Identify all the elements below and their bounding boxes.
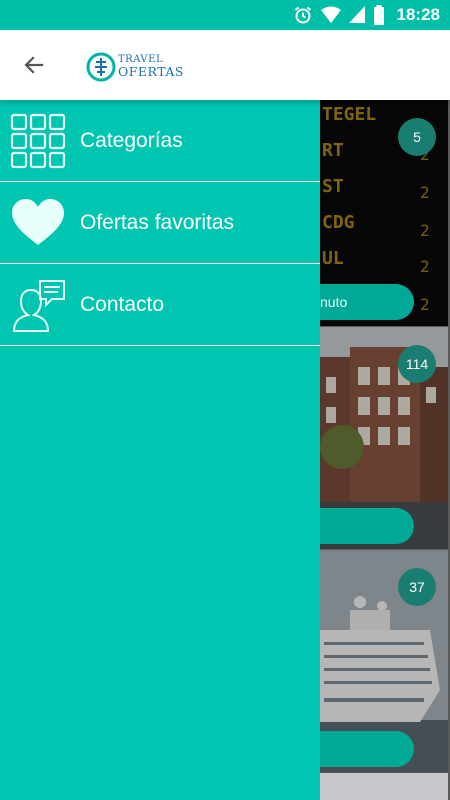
- app-bar: TRAVEL OFERTAS: [0, 30, 450, 100]
- offers-list: TEGEL RT ST CDG UL DA 222 22 5 nuto: [320, 100, 450, 800]
- drawer-item-label: Contacto: [80, 292, 165, 316]
- offer-count-badge: 37: [398, 568, 436, 606]
- offer-card-button[interactable]: [320, 731, 414, 767]
- offer-count-badge: 5: [398, 118, 436, 156]
- alarm-icon: [294, 6, 311, 24]
- contact-person-icon: [12, 280, 65, 332]
- offer-card[interactable]: 37: [320, 550, 448, 772]
- drawer-item-label: Categorías: [80, 128, 183, 152]
- navigation-drawer: Categorías Ofertas favoritas Contacto: [0, 100, 320, 800]
- logo-text-ofertas: OFERTAS: [118, 64, 184, 80]
- status-time: 18:28: [396, 5, 440, 24]
- offer-card[interactable]: [320, 773, 448, 800]
- drawer-item-ofertas-favoritas[interactable]: Ofertas favoritas: [0, 182, 320, 264]
- drawer-item-label: Ofertas favoritas: [80, 210, 235, 234]
- logo-globe-icon: [86, 52, 116, 82]
- offer-card-button[interactable]: [320, 508, 414, 544]
- offer-count-badge: 114: [398, 345, 436, 383]
- status-bar: 18:28: [0, 0, 450, 30]
- drawer-item-contacto[interactable]: Contacto: [0, 264, 320, 346]
- arrow-left-icon: [24, 56, 44, 74]
- offer-card-button[interactable]: nuto: [320, 284, 414, 320]
- battery-icon: [373, 5, 384, 25]
- grid-icon: [10, 113, 66, 169]
- signal-icon: [348, 6, 365, 23]
- status-icons: 18:28: [293, 0, 440, 30]
- heart-icon: [12, 199, 64, 245]
- app-logo: TRAVEL OFERTAS: [86, 52, 184, 82]
- offer-card[interactable]: TEGEL RT ST CDG UL DA 222 22 5 nuto: [320, 100, 448, 326]
- drawer-item-categorias[interactable]: Categorías: [0, 100, 320, 182]
- wifi-icon: [320, 6, 341, 23]
- back-button[interactable]: [14, 47, 54, 83]
- offer-card[interactable]: 114: [320, 327, 448, 549]
